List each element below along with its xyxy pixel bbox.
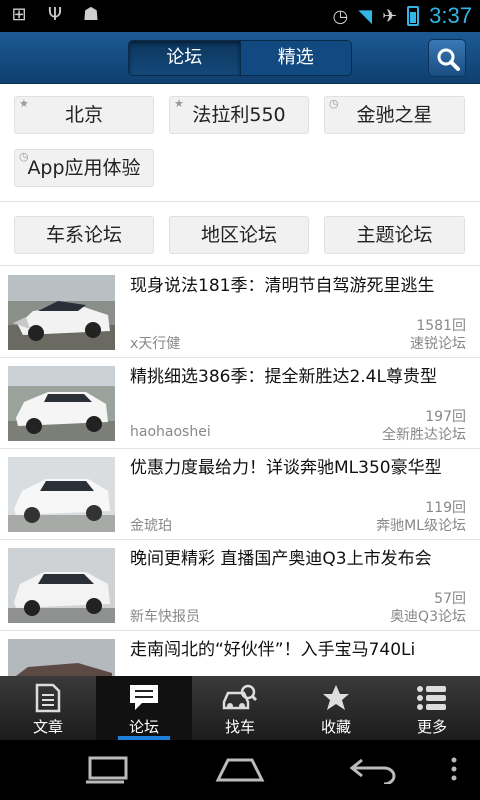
- post-thumbnail: [8, 275, 115, 350]
- category-series-button[interactable]: 车系论坛: [14, 216, 154, 254]
- reply-count: 1581回: [416, 318, 466, 334]
- usb-icon: Ψ: [47, 4, 63, 25]
- android-debug-icon: ☗: [82, 4, 100, 25]
- post-item[interactable]: 晚间更精彩 直播国产奥迪Q3上市发布会 57回 新车快报员 奥迪Q3论坛: [0, 540, 480, 631]
- list-icon: [384, 682, 480, 714]
- bottom-tab-bar: 文章 论坛 找车 收藏 更多: [0, 676, 480, 740]
- home-icon[interactable]: [214, 754, 266, 784]
- post-thumbnail: [8, 457, 115, 532]
- favorite-item[interactable]: ◷ App应用体验: [14, 149, 154, 187]
- favorite-forums: ★ 北京 ★ 法拉利550 ◷ 金驰之星 ◷ App应用体验: [0, 84, 480, 202]
- tab-find-car[interactable]: 找车: [192, 676, 288, 740]
- clock-icon: ◷: [329, 97, 339, 110]
- post-title: 优惠力度最给力！详谈奔驰ML350豪华型: [130, 458, 442, 478]
- post-title: 走南闯北的“好伙伴”！入手宝马740Li: [130, 640, 416, 660]
- star-icon: ★: [174, 97, 184, 110]
- post-forum: 奥迪Q3论坛: [390, 609, 466, 625]
- post-title: 晚间更精彩 直播国产奥迪Q3上市发布会: [130, 549, 432, 569]
- back-icon[interactable]: [348, 754, 398, 784]
- reply-count: 197回: [425, 409, 466, 425]
- favorite-item[interactable]: ◷ 金驰之星: [324, 96, 465, 134]
- post-item[interactable]: 精挑细选386季：提全新胜达2.4L尊贵型 197回 haohaoshei 全新…: [0, 358, 480, 449]
- post-item[interactable]: 优惠力度最给力！详谈奔驰ML350豪华型 119回 金琥珀 奔驰ML级论坛: [0, 449, 480, 540]
- favorite-label: 北京: [64, 104, 103, 126]
- tab-label: 收藏: [320, 718, 351, 736]
- forum-content: ★ 北京 ★ 法拉利550 ◷ 金驰之星 ◷ App应用体验 车系论坛 地区论坛…: [0, 84, 480, 676]
- recent-apps-icon[interactable]: [84, 754, 132, 784]
- forum-categories: 车系论坛 地区论坛 主题论坛: [0, 202, 480, 266]
- favorite-label: 法拉利550: [192, 104, 286, 126]
- favorite-item[interactable]: ★ 北京: [14, 96, 154, 134]
- status-bar: ⊞ Ψ ☗ ◷ ◥ ✈ 3:37: [0, 0, 480, 32]
- favorite-item[interactable]: ★ 法拉利550: [169, 96, 309, 134]
- post-forum: 速锐论坛: [410, 336, 466, 352]
- wifi-icon: ◥: [358, 5, 373, 27]
- post-forum: 全新胜达论坛: [382, 427, 466, 443]
- post-author: x天行健: [130, 336, 181, 352]
- search-icon: [437, 48, 460, 71]
- category-region-button[interactable]: 地区论坛: [169, 216, 309, 254]
- star-icon: ★: [19, 97, 29, 110]
- post-item[interactable]: 现身说法181季：清明节自驾游死里逃生 1581回 x天行健 速锐论坛: [0, 267, 480, 358]
- tab-label: 更多: [416, 718, 447, 736]
- tab-label: 论坛: [128, 718, 159, 736]
- reply-count: 119回: [425, 500, 466, 516]
- car-search-icon: [192, 682, 288, 714]
- system-nav-bar: [0, 740, 480, 800]
- tab-label: 找车: [224, 718, 255, 736]
- tab-label: 文章: [32, 718, 63, 736]
- post-author: 新车快报员: [130, 609, 200, 625]
- favorite-label: App应用体验: [27, 157, 141, 179]
- segmented-control: 论坛 精选: [128, 40, 352, 76]
- overflow-menu-icon[interactable]: [448, 754, 460, 784]
- clock-icon: ◷: [19, 150, 29, 163]
- tab-featured[interactable]: 精选: [239, 41, 352, 75]
- alarm-icon: ◷: [332, 5, 349, 27]
- tab-forum-nav[interactable]: 论坛: [96, 676, 192, 740]
- category-topic-button[interactable]: 主题论坛: [324, 216, 465, 254]
- search-button[interactable]: [428, 39, 466, 77]
- reply-count: 57回: [434, 591, 466, 607]
- airplane-icon: ✈: [382, 5, 398, 27]
- document-icon: [0, 682, 96, 714]
- clock: 3:37: [429, 3, 472, 28]
- battery-icon: [407, 6, 420, 26]
- post-thumbnail: [8, 639, 115, 676]
- tab-forum[interactable]: 论坛: [129, 41, 240, 75]
- post-thumbnail: [8, 548, 115, 623]
- post-author: 金琥珀: [130, 518, 172, 534]
- chat-bubble-icon: [96, 682, 192, 714]
- app-header: 论坛 精选: [0, 32, 480, 84]
- favorite-label: 金驰之星: [356, 104, 433, 126]
- post-title: 精挑细选386季：提全新胜达2.4L尊贵型: [130, 367, 437, 387]
- tab-favorites[interactable]: 收藏: [288, 676, 384, 740]
- star-icon: [288, 682, 384, 714]
- post-thumbnail: [8, 366, 115, 441]
- tab-more[interactable]: 更多: [384, 676, 480, 740]
- post-item[interactable]: 走南闯北的“好伙伴”！入手宝马740Li: [0, 631, 480, 676]
- post-forum: 奔驰ML级论坛: [376, 518, 466, 534]
- tab-articles[interactable]: 文章: [0, 676, 96, 740]
- add-notification-icon: ⊞: [11, 4, 27, 25]
- post-author: haohaoshei: [130, 424, 211, 440]
- post-title: 现身说法181季：清明节自驾游死里逃生: [130, 276, 435, 296]
